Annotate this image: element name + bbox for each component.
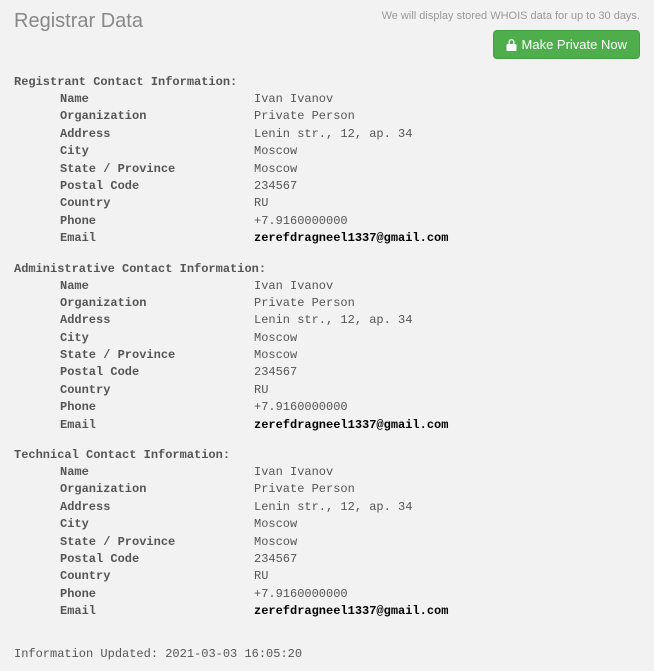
- field-label: Country: [14, 195, 254, 212]
- field-value-email: zerefdragneel1337@gmail.com: [254, 417, 448, 434]
- field-row: Emailzerefdragneel1337@gmail.com: [14, 417, 640, 434]
- field-row: Emailzerefdragneel1337@gmail.com: [14, 603, 640, 620]
- field-value: +7.9160000000: [254, 213, 348, 230]
- field-row: State / ProvinceMoscow: [14, 347, 640, 364]
- section-title: Technical Contact Information:: [14, 448, 640, 462]
- field-value: RU: [254, 382, 268, 399]
- field-label: Address: [14, 126, 254, 143]
- field-row: Phone+7.9160000000: [14, 213, 640, 230]
- field-value: Lenin str., 12, ap. 34: [254, 312, 412, 329]
- field-label: Postal Code: [14, 364, 254, 381]
- header: Registrar Data We will display stored WH…: [0, 0, 654, 59]
- field-label: City: [14, 516, 254, 533]
- field-row: CityMoscow: [14, 516, 640, 533]
- field-label: City: [14, 143, 254, 160]
- field-value: Lenin str., 12, ap. 34: [254, 126, 412, 143]
- field-label: Organization: [14, 481, 254, 498]
- field-row: CountryRU: [14, 195, 640, 212]
- field-label: Organization: [14, 108, 254, 125]
- field-label: Phone: [14, 399, 254, 416]
- field-label: Phone: [14, 586, 254, 603]
- field-value: +7.9160000000: [254, 586, 348, 603]
- section-gap: [14, 248, 640, 262]
- field-value: Ivan Ivanov: [254, 91, 333, 108]
- field-value: 234567: [254, 178, 297, 195]
- field-label: Organization: [14, 295, 254, 312]
- field-row: NameIvan Ivanov: [14, 278, 640, 295]
- field-row: CountryRU: [14, 382, 640, 399]
- field-row: State / ProvinceMoscow: [14, 534, 640, 551]
- whois-content: Registrant Contact Information:NameIvan …: [0, 59, 654, 671]
- field-value: Lenin str., 12, ap. 34: [254, 499, 412, 516]
- field-row: AddressLenin str., 12, ap. 34: [14, 499, 640, 516]
- field-row: Postal Code234567: [14, 178, 640, 195]
- field-value: +7.9160000000: [254, 399, 348, 416]
- field-row: Postal Code234567: [14, 551, 640, 568]
- field-value: 234567: [254, 364, 297, 381]
- lock-icon: [506, 39, 517, 51]
- field-value: Moscow: [254, 143, 297, 160]
- field-row: CityMoscow: [14, 330, 640, 347]
- field-label: Phone: [14, 213, 254, 230]
- field-value: 234567: [254, 551, 297, 568]
- section-gap: [14, 434, 640, 448]
- section-title: Registrant Contact Information:: [14, 75, 640, 89]
- field-value: RU: [254, 195, 268, 212]
- field-value: Private Person: [254, 295, 355, 312]
- field-label: Postal Code: [14, 178, 254, 195]
- field-row: OrganizationPrivate Person: [14, 108, 640, 125]
- field-row: Postal Code234567: [14, 364, 640, 381]
- field-label: Country: [14, 568, 254, 585]
- updated-label: Information Updated:: [14, 647, 158, 661]
- field-label: City: [14, 330, 254, 347]
- field-value: Ivan Ivanov: [254, 464, 333, 481]
- field-label: Email: [14, 417, 254, 434]
- field-row: CountryRU: [14, 568, 640, 585]
- field-row: OrganizationPrivate Person: [14, 481, 640, 498]
- header-right: We will display stored WHOIS data for up…: [382, 10, 640, 59]
- field-value: Private Person: [254, 481, 355, 498]
- field-value: RU: [254, 568, 268, 585]
- page-title: Registrar Data: [14, 10, 143, 33]
- field-row: NameIvan Ivanov: [14, 464, 640, 481]
- field-label: Address: [14, 499, 254, 516]
- make-private-button[interactable]: Make Private Now: [493, 30, 640, 59]
- field-label: Address: [14, 312, 254, 329]
- field-value-email: zerefdragneel1337@gmail.com: [254, 603, 448, 620]
- field-row: AddressLenin str., 12, ap. 34: [14, 126, 640, 143]
- field-row: Phone+7.9160000000: [14, 399, 640, 416]
- field-label: Email: [14, 230, 254, 247]
- field-value: Moscow: [254, 516, 297, 533]
- field-value-email: zerefdragneel1337@gmail.com: [254, 230, 448, 247]
- field-value: Ivan Ivanov: [254, 278, 333, 295]
- field-value: Moscow: [254, 534, 297, 551]
- make-private-label: Make Private Now: [522, 37, 627, 52]
- field-row: Emailzerefdragneel1337@gmail.com: [14, 230, 640, 247]
- field-row: OrganizationPrivate Person: [14, 295, 640, 312]
- field-row: NameIvan Ivanov: [14, 91, 640, 108]
- section-title: Administrative Contact Information:: [14, 262, 640, 276]
- information-updated: Information Updated: 2021-03-03 16:05:20: [14, 647, 640, 661]
- section-gap: [14, 621, 640, 635]
- field-label: Name: [14, 278, 254, 295]
- field-row: State / ProvinceMoscow: [14, 161, 640, 178]
- field-label: Postal Code: [14, 551, 254, 568]
- field-label: Name: [14, 464, 254, 481]
- field-label: State / Province: [14, 534, 254, 551]
- field-row: AddressLenin str., 12, ap. 34: [14, 312, 640, 329]
- field-value: Moscow: [254, 347, 297, 364]
- field-label: State / Province: [14, 161, 254, 178]
- field-label: State / Province: [14, 347, 254, 364]
- updated-value: 2021-03-03 16:05:20: [165, 647, 302, 661]
- field-label: Name: [14, 91, 254, 108]
- field-row: CityMoscow: [14, 143, 640, 160]
- field-label: Country: [14, 382, 254, 399]
- field-row: Phone+7.9160000000: [14, 586, 640, 603]
- field-value: Private Person: [254, 108, 355, 125]
- field-value: Moscow: [254, 161, 297, 178]
- field-label: Email: [14, 603, 254, 620]
- field-value: Moscow: [254, 330, 297, 347]
- disclaimer-text: We will display stored WHOIS data for up…: [382, 10, 640, 22]
